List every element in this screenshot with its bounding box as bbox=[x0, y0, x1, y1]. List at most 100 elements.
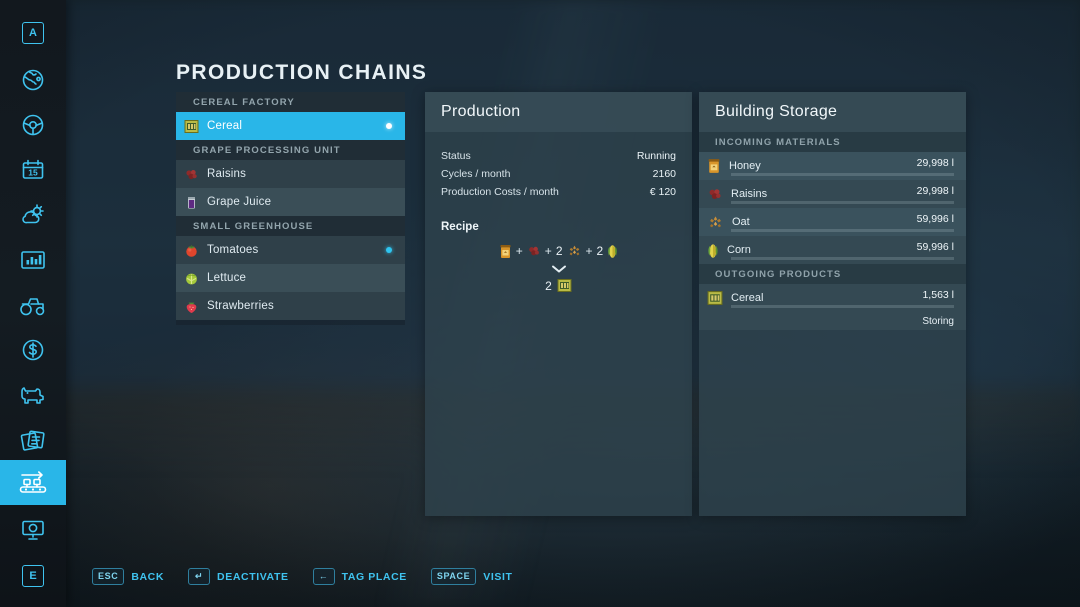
cereal-box-icon bbox=[184, 119, 199, 134]
hotkey-visit[interactable]: SPACE VISIT bbox=[431, 568, 513, 585]
production-cycles-value: 2160 bbox=[653, 168, 676, 180]
oat-icon bbox=[707, 215, 724, 230]
list-item-label: Lettuce bbox=[207, 272, 246, 284]
storage-panel-title: Building Storage bbox=[715, 103, 837, 121]
sidebar-item-weather[interactable] bbox=[0, 192, 66, 237]
list-item-lettuce[interactable]: Lettuce bbox=[176, 264, 405, 292]
recipe-input-amount-oat: 2 bbox=[556, 244, 563, 258]
hotkey-deactivate-label: DEACTIVATE bbox=[217, 571, 289, 583]
oat-icon bbox=[567, 244, 582, 258]
status-dot bbox=[386, 123, 392, 129]
hotkey-back[interactable]: ESC BACK bbox=[92, 568, 164, 585]
list-item-strawberries[interactable]: Strawberries bbox=[176, 292, 405, 320]
sidebar-item-finances[interactable] bbox=[0, 327, 66, 372]
hotkey-visit-label: VISIT bbox=[483, 571, 512, 583]
hotkey-tag-place[interactable]: ← TAG PLACE bbox=[313, 568, 407, 585]
outgoing-products-header: OUTGOING PRODUCTS bbox=[699, 264, 966, 284]
sidebar-item-calendar[interactable]: 15 bbox=[0, 147, 66, 192]
tractor-icon bbox=[18, 293, 48, 317]
steering-wheel-icon bbox=[20, 112, 46, 138]
strawberry-icon bbox=[184, 299, 199, 314]
list-item-grape-juice[interactable]: Grape Juice bbox=[176, 188, 405, 216]
cereal-box-icon bbox=[557, 278, 572, 293]
category-header: SMALL GREENHOUSE bbox=[176, 216, 405, 236]
storage-row-raisins: Raisins 29,998 l bbox=[699, 180, 966, 208]
list-item-tomatoes[interactable]: Tomatoes bbox=[176, 236, 405, 264]
production-status-row: Status Running bbox=[425, 147, 692, 165]
list-item-raisins[interactable]: Raisins bbox=[176, 160, 405, 188]
key-a-icon: A bbox=[22, 22, 44, 44]
storage-item-name: Oat bbox=[732, 216, 750, 228]
calendar-icon: 15 bbox=[20, 157, 46, 183]
recipe-title: Recipe bbox=[425, 221, 692, 233]
storage-item-value: 59,996 l bbox=[917, 213, 954, 225]
list-item-label: Grape Juice bbox=[207, 196, 271, 208]
sidebar-item-contracts[interactable] bbox=[0, 417, 66, 462]
recipe-output-amount: 2 bbox=[545, 279, 552, 293]
storage-bar-track bbox=[731, 305, 954, 308]
sidebar-item-key-a[interactable]: A bbox=[0, 10, 66, 55]
list-item-label: Tomatoes bbox=[207, 244, 258, 256]
money-icon bbox=[20, 337, 46, 363]
radio-icon bbox=[19, 518, 47, 542]
calendar-day-label: 15 bbox=[28, 167, 38, 177]
list-item-label: Strawberries bbox=[207, 300, 274, 312]
production-costs-row: Production Costs / month € 120 bbox=[425, 183, 692, 201]
recipe-plus: + bbox=[586, 244, 593, 258]
cereal-box-icon bbox=[707, 290, 723, 306]
storage-bar-track bbox=[731, 173, 954, 176]
storage-item-value: 1,563 l bbox=[922, 289, 954, 301]
recipe-plus: + bbox=[545, 244, 552, 258]
sidebar-item-key-e[interactable]: E bbox=[0, 553, 66, 598]
storage-item-value: 29,998 l bbox=[917, 157, 954, 169]
storage-item-value: 59,996 l bbox=[917, 241, 954, 253]
chevron-down-icon bbox=[550, 263, 568, 275]
sidebar-item-vehicles[interactable] bbox=[0, 102, 66, 147]
corn-icon bbox=[707, 242, 719, 259]
contracts-icon bbox=[19, 427, 47, 453]
storage-item-name: Corn bbox=[727, 244, 751, 256]
storage-item-value: 29,998 l bbox=[917, 185, 954, 197]
honey-jar-icon bbox=[707, 158, 721, 174]
production-costs-label: Production Costs / month bbox=[441, 186, 559, 198]
raisins-icon bbox=[184, 167, 199, 182]
esc-key-icon: ESC bbox=[92, 568, 124, 585]
key-e-icon: E bbox=[22, 565, 44, 587]
hotkey-tag-place-label: TAG PLACE bbox=[342, 571, 407, 583]
hotkey-deactivate[interactable]: ↵ DEACTIVATE bbox=[188, 568, 289, 585]
statistics-icon bbox=[19, 248, 47, 272]
production-info-list: Status Running Cycles / month 2160 Produ… bbox=[425, 147, 692, 201]
sidebar-item-production-chains[interactable] bbox=[0, 460, 66, 505]
storage-row-corn: Corn 59,996 l bbox=[699, 236, 966, 264]
storage-row-honey: Honey 29,998 l bbox=[699, 152, 966, 180]
category-header: GRAPE PROCESSING UNIT bbox=[176, 140, 405, 160]
recipe-arrow bbox=[425, 263, 692, 275]
space-key-icon: SPACE bbox=[431, 568, 476, 585]
sidebar-item-machines[interactable] bbox=[0, 282, 66, 327]
storage-item-name: Cereal bbox=[731, 292, 763, 304]
storage-bar-track bbox=[731, 257, 954, 260]
storage-row-cereal: Cereal 1,563 l bbox=[699, 284, 966, 312]
incoming-materials-header: INCOMING MATERIALS bbox=[699, 132, 966, 152]
sidebar-item-map[interactable] bbox=[0, 57, 66, 102]
hotkey-back-label: BACK bbox=[131, 571, 164, 583]
hotkey-bar: ESC BACK ↵ DEACTIVATE ← TAG PLACE SPACE … bbox=[92, 568, 512, 585]
production-panel-title: Production bbox=[441, 103, 521, 121]
production-status-value: Running bbox=[637, 150, 676, 162]
list-item-cereal[interactable]: Cereal bbox=[176, 112, 405, 140]
building-storage-panel: Building Storage INCOMING MATERIALS Hone… bbox=[699, 92, 966, 516]
sidebar-item-radio[interactable] bbox=[0, 507, 66, 552]
storage-status-text: Storing bbox=[699, 312, 966, 330]
left-arrow-key-icon: ← bbox=[313, 568, 335, 585]
recipe-inputs: + +2 +2 bbox=[425, 243, 692, 259]
storage-bar-track bbox=[731, 201, 954, 204]
list-item-label: Raisins bbox=[207, 168, 246, 180]
map-globe-icon bbox=[20, 67, 46, 93]
honey-jar-icon bbox=[499, 244, 512, 259]
lettuce-icon bbox=[184, 271, 199, 286]
storage-item-name: Raisins bbox=[731, 188, 767, 200]
production-status-label: Status bbox=[441, 150, 471, 162]
sidebar-item-statistics[interactable] bbox=[0, 237, 66, 282]
sidebar-item-animals[interactable] bbox=[0, 372, 66, 417]
storage-panel-header: Building Storage bbox=[699, 92, 966, 132]
